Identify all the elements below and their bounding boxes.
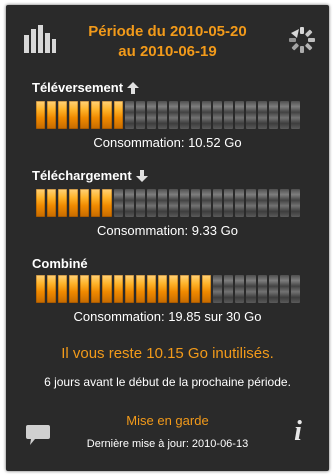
bar-segment-empty (168, 189, 179, 217)
bar-segment-empty (224, 275, 234, 303)
bar-segment-empty (279, 189, 289, 217)
bar-segment-filled (113, 275, 123, 303)
bar-segment-empty (246, 101, 256, 129)
bar-segment-empty (246, 275, 256, 303)
upload-usage-text: Consommation: 10.52 Go (93, 135, 242, 150)
combined-section-title: Combiné (32, 256, 88, 271)
bar-segment-filled (36, 101, 46, 129)
bar-segment-filled (47, 101, 57, 129)
days-until-period-text: 6 jours avant le début de la prochaine p… (44, 375, 291, 389)
bar-segment-filled (202, 275, 212, 303)
bar-segment-empty (157, 101, 167, 129)
bar-segment-empty (157, 189, 167, 217)
bar-segment-filled (58, 275, 68, 303)
bar-segment-empty (290, 275, 300, 303)
bar-segment-empty (224, 101, 234, 129)
combined-usage-text: Consommation: 19.85 sur 30 Go (73, 309, 262, 324)
period-title: Période du 2010-05-20 au 2010-06-19 (66, 22, 269, 62)
arrow-down-icon (135, 169, 148, 182)
bar-segment-empty (191, 189, 201, 217)
app-screen: Période du 2010-05-20 au 2010-06-19 Télé… (6, 5, 329, 471)
bar-segment-filled (180, 275, 190, 303)
bar-segment-filled (102, 101, 112, 129)
bar-segment-filled (102, 189, 112, 217)
bar-segment-filled (124, 275, 134, 303)
bar-segment-filled (80, 189, 90, 217)
bar-segment-filled (191, 275, 201, 303)
bar-segment-empty (235, 189, 245, 217)
bar-segment-empty (257, 275, 267, 303)
bar-segment-empty (213, 101, 223, 129)
bar-segment-filled (36, 189, 46, 217)
last-updated-text: Dernière mise à jour: 2010-06-13 (86, 438, 249, 450)
download-section-title: Téléchargement (32, 168, 148, 183)
upload-usage-bar (36, 101, 300, 129)
bar-segment-empty (146, 101, 156, 129)
bar-segment-empty (246, 189, 256, 217)
bar-segment-empty (202, 189, 212, 217)
bar-segment-filled (80, 275, 90, 303)
period-line-2: au 2010-06-19 (118, 43, 217, 60)
combined-title: Combiné (32, 256, 88, 271)
bar-segment-filled (91, 275, 101, 303)
arrow-up-icon (127, 81, 140, 94)
bar-segment-filled (47, 189, 57, 217)
bar-segment-empty (257, 101, 267, 129)
bar-segment-empty (279, 275, 289, 303)
bar-segment-filled (69, 189, 79, 217)
bar-chart-icon[interactable] (22, 25, 56, 53)
bar-segment-empty (124, 101, 134, 129)
bar-segment-filled (58, 189, 68, 217)
bar-segment-empty (257, 189, 267, 217)
bar-segment-filled (135, 275, 145, 303)
bar-segment-empty (235, 275, 245, 303)
bar-segment-filled (146, 275, 156, 303)
bar-segment-filled (36, 275, 46, 303)
bar-segment-filled (157, 275, 167, 303)
bar-segment-filled (69, 275, 79, 303)
bar-segment-empty (268, 101, 278, 129)
bar-segment-filled (91, 101, 101, 129)
bar-segment-empty (113, 189, 123, 217)
combined-usage-bar (36, 275, 300, 303)
remaining-text: Il vous reste 10.15 Go inutilisés. (61, 345, 274, 362)
bar-segment-empty (146, 189, 156, 217)
bar-segment-filled (80, 101, 90, 129)
bar-segment-filled (168, 275, 179, 303)
upload-section-title: Téléversement (32, 80, 140, 95)
bar-segment-empty (268, 189, 278, 217)
bar-segment-filled (91, 189, 101, 217)
bar-segment-empty (290, 189, 300, 217)
upload-title: Téléversement (32, 80, 124, 95)
download-title: Téléchargement (32, 168, 132, 183)
bar-segment-empty (224, 189, 234, 217)
bar-segment-filled (58, 101, 68, 129)
bar-segment-empty (180, 101, 190, 129)
download-usage-text: Consommation: 9.33 Go (97, 223, 238, 238)
refresh-icon[interactable] (287, 25, 317, 55)
period-line-1: Période du 2010-05-20 (88, 23, 247, 40)
bar-segment-empty (213, 275, 223, 303)
bar-segment-empty (290, 101, 300, 129)
bar-segment-empty (124, 189, 134, 217)
bar-segment-empty (268, 275, 278, 303)
download-usage-bar (36, 189, 300, 217)
bar-segment-filled (47, 275, 57, 303)
bar-segment-empty (180, 189, 190, 217)
bar-segment-empty (135, 101, 145, 129)
bar-segment-filled (102, 275, 112, 303)
bar-segment-empty (135, 189, 145, 217)
bar-segment-filled (69, 101, 79, 129)
bar-segment-empty (279, 101, 289, 129)
bar-segment-filled (113, 101, 123, 129)
bar-segment-empty (235, 101, 245, 129)
bar-segment-empty (191, 101, 201, 129)
standby-label[interactable]: Mise en garde (6, 413, 329, 428)
bar-segment-empty (202, 101, 212, 129)
info-icon[interactable]: i (288, 417, 308, 447)
bar-segment-empty (168, 101, 179, 129)
bar-segment-empty (213, 189, 223, 217)
